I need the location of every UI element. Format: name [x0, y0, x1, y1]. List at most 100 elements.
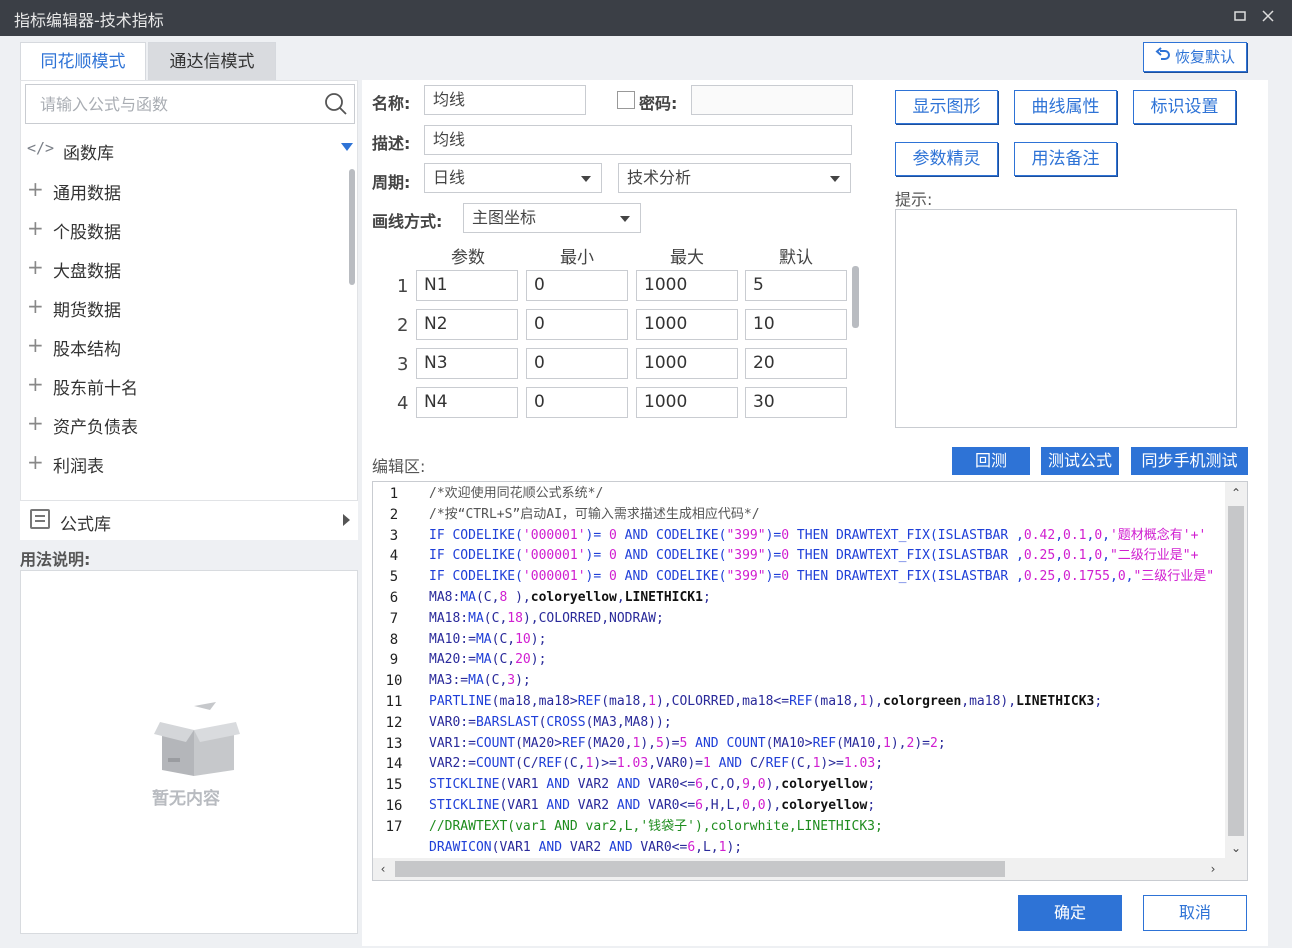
- tab-ths-mode[interactable]: 同花顺模式: [20, 42, 146, 80]
- param-max-input[interactable]: 1000: [636, 387, 738, 418]
- param-name-input[interactable]: N4: [416, 387, 518, 418]
- code-token: 6: [687, 839, 696, 855]
- code-token: MA: [475, 631, 492, 647]
- show-graph-button[interactable]: 显示图形: [895, 90, 998, 124]
- usage-notes-button[interactable]: 用法备注: [1014, 142, 1117, 176]
- test-formula-button[interactable]: 测试公式: [1041, 447, 1119, 475]
- code-token: VAR2: [569, 797, 617, 813]
- code-token: ,: [1055, 569, 1064, 585]
- param-default-input[interactable]: 30: [745, 387, 847, 418]
- code-token: 0: [781, 548, 790, 564]
- password-field[interactable]: [691, 85, 853, 115]
- code-token: ),COLORRED,ma18<=: [656, 693, 790, 709]
- maximize-icon[interactable]: [1230, 8, 1250, 28]
- formula-library-header[interactable]: 公式库: [20, 500, 358, 540]
- code-token: 1.03: [843, 756, 876, 772]
- param-min-input[interactable]: 0: [526, 309, 628, 340]
- function-library-panel: </> 函数库 + 通用数据 + 个股数据 + 大盘数据 + 期货数据 + 股本结构 + 股…: [20, 80, 358, 540]
- code-token: 0.1: [1063, 527, 1087, 543]
- curve-props-button[interactable]: 曲线属性: [1014, 90, 1117, 124]
- category-select[interactable]: 技术分析: [618, 163, 851, 193]
- code-token: VAR2: [569, 777, 617, 793]
- param-min-input[interactable]: 0: [526, 270, 628, 301]
- search-input[interactable]: [26, 85, 316, 123]
- param-min-input[interactable]: 0: [526, 348, 628, 379]
- close-icon[interactable]: [1258, 8, 1278, 28]
- tree-item-balance-sheet[interactable]: + 资产负债表: [27, 411, 327, 443]
- editor-vertical-scrollbar[interactable]: ⌃ ⌄: [1225, 482, 1247, 860]
- period-select[interactable]: 日线: [424, 163, 602, 193]
- code-token: );: [530, 631, 547, 647]
- chevron-down-icon: [830, 176, 840, 182]
- password-checkbox[interactable]: [617, 91, 635, 109]
- tree-item-top-shareholders[interactable]: + 股东前十名: [27, 372, 327, 404]
- chevron-right-icon[interactable]: ›: [1207, 863, 1219, 875]
- code-token: ,: [749, 777, 758, 793]
- search-icon[interactable]: [324, 92, 348, 116]
- param-min-input[interactable]: 0: [526, 387, 628, 418]
- tree-item-futures-data[interactable]: + 期货数据: [27, 294, 327, 326]
- restore-default-button[interactable]: 恢复默认: [1143, 42, 1247, 72]
- code-token: );: [530, 652, 547, 668]
- code-token: MA: [468, 610, 484, 626]
- code-token: 0.25: [1023, 569, 1056, 585]
- title-bar: 指标编辑器-技术指标: [0, 0, 1292, 36]
- cancel-button[interactable]: 取消: [1143, 895, 1247, 931]
- code-token: ,: [749, 797, 758, 813]
- param-default-input[interactable]: 20: [745, 348, 847, 379]
- plus-icon: +: [27, 411, 44, 435]
- plus-icon: +: [27, 294, 44, 318]
- param-name-input[interactable]: N2: [416, 309, 518, 340]
- param-wizard-button[interactable]: 参数精灵: [895, 142, 998, 176]
- chevron-left-icon[interactable]: ‹: [377, 863, 389, 875]
- param-default-input[interactable]: 5: [745, 270, 847, 301]
- code-line: IF CODELIKE('000001')= 0 AND CODELIKE("3…: [429, 567, 1225, 588]
- tree-item-income-statement[interactable]: + 利润表: [27, 450, 327, 482]
- line-number: 10: [385, 673, 403, 690]
- param-max-input[interactable]: 1000: [636, 309, 738, 340]
- chevron-up-icon[interactable]: ⌃: [1230, 487, 1242, 499]
- description-label: 描述:: [372, 134, 411, 153]
- sync-mobile-test-button[interactable]: 同步手机测试: [1131, 447, 1248, 475]
- library-scrollbar[interactable]: [349, 169, 355, 285]
- name-field[interactable]: 均线: [424, 85, 586, 115]
- code-token: 0: [781, 569, 790, 585]
- param-table-scrollbar[interactable]: [852, 266, 859, 328]
- function-library-label: 函数库: [63, 144, 114, 164]
- ok-button[interactable]: 确定: [1018, 895, 1122, 931]
- param-default-input[interactable]: 10: [745, 309, 847, 340]
- scroll-thumb[interactable]: [395, 861, 1005, 877]
- code-editor[interactable]: 1 2 3 4 5 6 7 8 9 10 11 12 13 14 15 16 17 /*欢迎使用同花顺公式系统*…: [372, 481, 1248, 881]
- code-lines[interactable]: /*欢迎使用同花顺公式系统*/ /*按“CTRL+S”启动AI，可输入需求描述生成…: [429, 484, 1225, 858]
- code-token: (VAR1: [499, 797, 547, 813]
- scroll-thumb[interactable]: [1228, 506, 1244, 836]
- code-token: (ma18,: [601, 693, 649, 709]
- tree-item-label: 个股数据: [53, 223, 121, 243]
- code-token: ,: [1055, 527, 1064, 543]
- param-max-input[interactable]: 1000: [636, 270, 738, 301]
- param-name-input[interactable]: N3: [416, 348, 518, 379]
- chevron-down-icon[interactable]: ⌄: [1230, 842, 1242, 854]
- tab-tdx-mode[interactable]: 通达信模式: [148, 42, 276, 80]
- param-max-input[interactable]: 1000: [636, 348, 738, 379]
- undo-icon: [1155, 44, 1171, 72]
- code-token: "399": [726, 527, 766, 543]
- tree-item-market-data[interactable]: + 大盘数据: [27, 255, 327, 287]
- mark-settings-button[interactable]: 标识设置: [1133, 90, 1236, 124]
- code-token: REF: [812, 735, 837, 751]
- backtest-button[interactable]: 回测: [952, 447, 1030, 475]
- tree-item-share-structure[interactable]: + 股本结构: [27, 333, 327, 365]
- formula-library-label: 公式库: [60, 515, 111, 535]
- param-row-number: 1: [397, 276, 409, 297]
- tree-item-general-data[interactable]: + 通用数据: [27, 177, 327, 209]
- draw-mode-select[interactable]: 主图坐标: [463, 203, 641, 233]
- code-token: COUNT: [475, 735, 516, 751]
- code-token: MA10:=: [429, 631, 476, 647]
- code-line: STICKLINE(VAR1 AND VAR2 AND VAR0<=6,H,L,…: [429, 796, 1225, 817]
- description-field[interactable]: 均线: [424, 125, 852, 155]
- function-library-header[interactable]: </> 函数库: [27, 137, 355, 165]
- tree-item-stock-data[interactable]: + 个股数据: [27, 216, 327, 248]
- param-name-input[interactable]: N1: [416, 270, 518, 301]
- editor-horizontal-scrollbar[interactable]: ‹ ›: [373, 858, 1247, 880]
- code-token: coloryellow: [781, 777, 868, 793]
